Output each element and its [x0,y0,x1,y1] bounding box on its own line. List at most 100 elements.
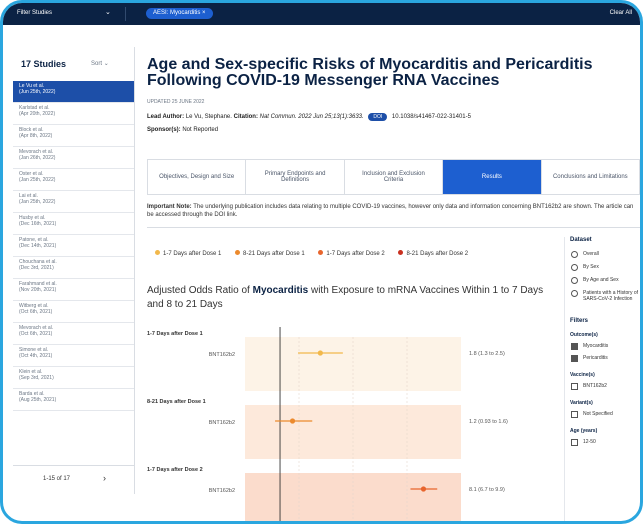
study-date: (Oct 4th, 2021) [19,353,53,359]
study-date: (Dec 14th, 2021) [19,243,57,249]
clear-all-link[interactable]: Clear All [610,10,632,16]
outcome-heading: Outcome(s) [570,332,598,338]
updated-date: UPDATED 25 JUNE 2022 [147,99,205,105]
divider [125,7,126,21]
study-date: (Apr 20th, 2022) [19,111,56,117]
study-list-item[interactable]: Karlstad et al. (Apr 20th, 2022) [13,103,134,125]
doi-link[interactable]: 10.1038/s41467-022-31401-5 [392,114,471,120]
variant-heading: Variant(s) [570,400,593,406]
lead-author: Le Vu, Stephane. [185,114,232,120]
option-label: By Sex [583,264,599,270]
variant-checkbox[interactable]: Not Specified [571,411,640,418]
option-label: 12-50 [583,439,596,445]
sort-dropdown[interactable]: Sort ⌄ [91,60,109,67]
close-icon[interactable]: × [202,10,206,16]
legend-dot-icon [318,250,324,255]
tab-results[interactable]: Results [443,160,542,194]
study-date: (Nov 20th, 2021) [19,287,57,293]
group-label: 1-7 Days after Dose 2 [147,467,203,473]
checkbox-icon [571,439,578,446]
study-list-item[interactable]: Mevorach et al. (Jan 26th, 2022) [13,147,134,169]
legend-label: 8-21 Days after Dose 1 [243,251,305,257]
group-label: 1-7 Days after Dose 1 [147,331,203,337]
chart-title-highlight: Myocarditis [252,285,309,296]
age-heading: Age (years) [570,428,598,434]
legend-item: 1-7 Days after Dose 2 [318,250,385,257]
option-label: Overall [583,251,599,257]
study-list-item[interactable]: Simone et al. (Oct 4th, 2021) [13,345,134,367]
citation-label: Citation: [233,114,258,120]
tab-bar: Objectives, Design and Size Primary Endp… [147,159,640,195]
dataset-option[interactable]: By Age and Sex [571,277,640,284]
vaccine-heading: Vaccine(s) [570,372,595,378]
study-date: (Aug 25th, 2021) [19,397,57,403]
legend-dot-icon [155,250,160,255]
page-title: Age and Sex-specific Risks of Myocarditi… [147,56,593,89]
study-list-item[interactable]: Barda et al. (Aug 25th, 2021) [13,389,134,411]
tab-objectives[interactable]: Objectives, Design and Size [148,160,247,194]
study-date: (Oct 6th, 2021) [19,331,53,337]
dataset-option[interactable]: By Sex [571,264,640,271]
study-list-item[interactable]: Oster et al. (Jan 25th, 2022) [13,169,134,191]
chart-title-prefix: Adjusted Odds Ratio of [147,285,250,296]
option-label: Not Specified [583,411,613,417]
study-list: Le Vu et al. (Jun 25th, 2022) Karlstad et… [13,81,134,411]
tab-primary-endpoints[interactable]: Primary Endpoints and Definitions [246,160,345,194]
dataset-option[interactable]: Patients with a History of SARS-CoV-2 In… [571,290,640,302]
group-label: 8-21 Days after Dose 1 [147,399,206,405]
study-date: (Dec 3rd, 2021) [19,265,54,271]
option-label: By Age and Sex [583,277,619,283]
estimate-label: 1.8 (1.3 to 2.5) [469,351,505,357]
tab-conclusions[interactable]: Conclusions and Limitations [542,160,639,194]
study-date: (Dec 16th, 2021) [19,221,57,227]
study-date: (Oct 6th, 2021) [19,309,53,315]
study-list-item[interactable]: Husby et al. (Dec 16th, 2021) [13,213,134,235]
legend-item: 1-7 Days after Dose 1 [155,250,221,257]
divider [147,227,640,228]
legend-label: 8-21 Days after Dose 2 [406,251,469,257]
pagination-label: 1-15 of 17 [43,476,71,482]
study-date: (Jan 25th, 2022) [19,199,56,205]
checkbox-icon [571,343,578,350]
filter-studies-label[interactable]: Filter Studies [17,10,52,16]
studies-sidebar: 17 Studies Sort ⌄ Le Vu et al. (Jun 25th,… [13,47,135,494]
next-page-button[interactable]: › [103,473,106,483]
point-estimate [420,486,427,492]
sponsor-line: Sponsor(s): Not Reported [147,127,218,133]
study-list-item[interactable]: Le Vu et al. (Jun 25th, 2022) [13,81,134,103]
dataset-heading: Dataset [570,237,592,243]
chevron-down-icon[interactable]: ⌄ [105,8,111,16]
study-list-item[interactable]: Klein et al. (Sep 3rd, 2021) [13,367,134,389]
app-frame: Filter Studies ⌄ AESI: Myocarditis × Cle… [0,0,643,524]
sponsor-label: Sponsor(s): [147,127,181,133]
dataset-option[interactable]: Overall [571,251,640,258]
study-list-item[interactable]: Patone, et al. (Dec 14th, 2021) [13,235,134,257]
legend-item: 8-21 Days after Dose 1 [235,250,305,257]
option-label: Pericarditis [583,355,608,361]
study-list-item[interactable]: Block et al. (Apr 8th, 2022) [13,125,134,147]
study-list-item[interactable]: Farahmand et al. (Nov 20th, 2021) [13,279,134,301]
study-list-item[interactable]: Witberg et al. (Oct 6th, 2021) [13,301,134,323]
legend-label: 1-7 Days after Dose 2 [326,251,385,257]
vaccine-checkbox[interactable]: BNT162b2 [571,383,640,390]
study-date: (Jan 25th, 2022) [19,177,56,183]
study-list-item[interactable]: Chouchana et al. (Dec 3rd, 2021) [13,257,134,279]
study-date: (Jan 26th, 2022) [19,155,56,161]
option-label: BNT162b2 [583,383,607,389]
study-list-item[interactable]: Mevorach et al. (Oct 6th, 2021) [13,323,134,345]
legend-dot-icon [235,250,241,255]
legend-dot-icon [398,250,404,255]
tab-inclusion-exclusion[interactable]: Inclusion and Exclusion Criteria [345,160,444,194]
author-citation-line: Lead Author: Le Vu, Stephane. Citation: … [147,113,471,121]
checkbox-icon [571,355,578,362]
study-list-item[interactable]: Lai et al. (Jan 25th, 2022) [13,191,134,213]
filters-heading: Filters [570,318,589,324]
outcome-checkbox[interactable]: Pericarditis [571,355,640,362]
forest-plot: 1-7 Days after Dose 1 BNT162b2 8-21 Days a… [147,327,557,521]
age-checkbox[interactable]: 12-50 [571,439,640,446]
note-text: The underlying publication includes data… [147,204,634,218]
outcome-checkbox[interactable]: Myocarditis [571,343,640,350]
estimate-label: 8.1 (6.7 to 9.9) [469,487,505,493]
legend-item: 8-21 Days after Dose 2 [398,250,469,257]
filter-chip-myocarditis[interactable]: AESI: Myocarditis × [146,8,213,19]
